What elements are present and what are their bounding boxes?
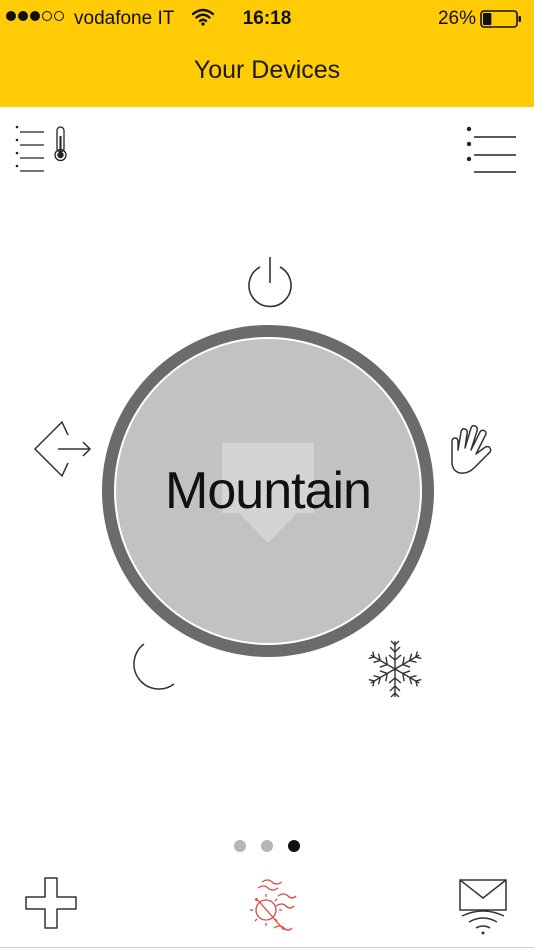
hand-icon[interactable]	[446, 424, 500, 483]
power-icon[interactable]	[244, 255, 296, 314]
mail-wifi-icon[interactable]	[456, 876, 512, 941]
enter-icon[interactable]	[32, 420, 94, 485]
device-name: Mountain	[165, 462, 372, 520]
plus-icon[interactable]	[24, 876, 78, 935]
battery-percent: 26%	[437, 8, 476, 29]
page-title: Your Devices	[193, 56, 341, 84]
app-header: vodafone IT 16:18 26% Your Devices	[0, 0, 534, 107]
status-bar: vodafone IT 16:18 26%	[0, 0, 534, 38]
list-menu-icon[interactable]	[464, 124, 520, 181]
battery-icon	[480, 10, 522, 34]
sensor-list-thermometer-icon[interactable]	[14, 124, 72, 181]
page-indicator	[234, 840, 300, 852]
device-dial[interactable]: Mountain	[102, 325, 434, 657]
page-dot[interactable]	[261, 840, 273, 852]
bottom-divider	[0, 947, 534, 948]
page-dot-active[interactable]	[288, 840, 300, 852]
page-dot[interactable]	[234, 840, 246, 852]
sun-heat-icon[interactable]	[238, 876, 298, 941]
